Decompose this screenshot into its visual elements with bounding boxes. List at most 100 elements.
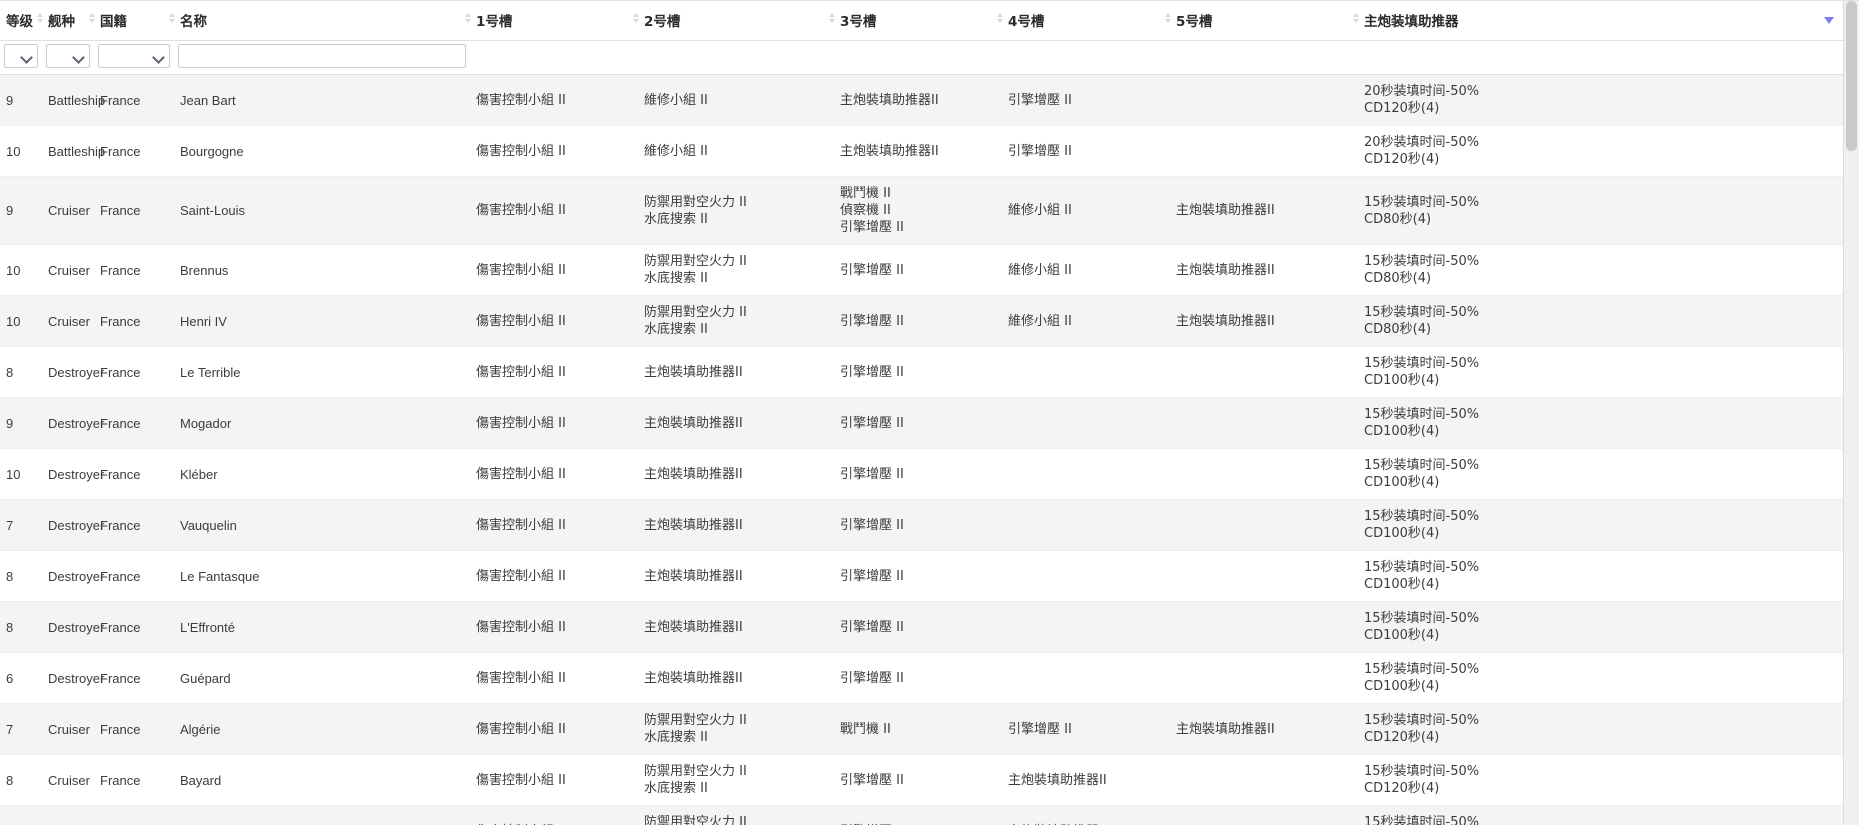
cell-lines: 主炮裝填助推器II bbox=[840, 143, 996, 160]
filter-cell-type[interactable] bbox=[42, 40, 94, 75]
cell-line: 戰鬥機 II bbox=[840, 721, 891, 737]
column-header-label-nation: 国籍 bbox=[100, 14, 127, 30]
cell-slot3: 引擎增壓 II bbox=[834, 652, 1002, 704]
filter-cell-nation[interactable] bbox=[94, 40, 174, 75]
table-row[interactable]: 10 Cruiser France Henri IV 傷害控制小組 II 防禦用對空火力 … bbox=[0, 295, 1844, 347]
cell-line: 引擎增壓 II bbox=[840, 313, 904, 329]
cell-lines: 15秒装填时间-50%CD120秒(4) bbox=[1364, 814, 1838, 825]
table-row[interactable]: 8 Destroyer France L'Effronté 傷害控制小組 II 主炮裝填助… bbox=[0, 601, 1844, 653]
table-row[interactable]: 9 Destroyer France Mogador 傷害控制小組 II 主炮裝填助推器I… bbox=[0, 397, 1844, 449]
cell-slot4: 主炮裝填助推器II bbox=[1002, 754, 1170, 806]
cell-nation: France bbox=[94, 74, 174, 126]
cell-lines: 傷害控制小組 II bbox=[476, 772, 632, 789]
cell-slot3: 引擎增壓 II bbox=[834, 601, 1002, 653]
cell-line: 傷害控制小組 II bbox=[476, 670, 566, 686]
column-header-slot3[interactable]: 3号槽 bbox=[829, 1, 1002, 41]
vertical-scrollbar[interactable] bbox=[1843, 1, 1859, 825]
table-row[interactable]: 10 Destroyer France Kléber 傷害控制小組 II 主炮裝填助推器I… bbox=[0, 448, 1844, 500]
cell-boost: 15秒装填时间-50% CD100秒(4) bbox=[1358, 346, 1844, 398]
cell-line: CD80秒(4) bbox=[1364, 271, 1432, 286]
cell-line: CD120秒(4) bbox=[1364, 101, 1440, 116]
cell-line: 15秒装填时间-50% bbox=[1364, 356, 1480, 371]
sort-caret-icon-nation[interactable] bbox=[88, 13, 97, 27]
cell-lines: 15秒装填时间-50% CD80秒(4) bbox=[1364, 253, 1838, 287]
cell-boost: 15秒装填时间-50%CD120秒(4) bbox=[1358, 754, 1844, 806]
cell-lines: 15秒装填时间-50%CD120秒(4) bbox=[1364, 763, 1838, 797]
table-row[interactable]: 8 Cruiser France Bayard 傷害控制小組 II 防禦用對空火力 II 水… bbox=[0, 754, 1844, 806]
column-header-type[interactable]: 舰种 bbox=[37, 1, 94, 41]
column-header-boost[interactable]: 主炮装填助推器 bbox=[1353, 1, 1844, 41]
cell-line: 15秒装填时间-50% bbox=[1364, 407, 1480, 422]
cell-slot5: 主炮裝填助推器II bbox=[1170, 176, 1358, 245]
cell-line: 主炮裝填助推器II bbox=[644, 568, 743, 584]
table-row[interactable]: 7 Destroyer France Vauquelin 傷害控制小組 II 主炮裝填助推… bbox=[0, 499, 1844, 551]
sort-caret-icon-slot5[interactable] bbox=[1164, 13, 1173, 27]
table-row[interactable]: 8 Destroyer France Le Terrible 傷害控制小組 II 主炮裝填… bbox=[0, 346, 1844, 398]
filter-cell-empty-slot4 bbox=[1002, 40, 1170, 75]
column-header-slot2[interactable]: 2号槽 bbox=[633, 1, 834, 41]
cell-lines: 15秒装填时间-50% CD100秒(4) bbox=[1364, 610, 1838, 644]
table-row[interactable]: 10 Battleship France Bourgogne 傷害控制小組 II 維修小組… bbox=[0, 125, 1844, 177]
sort-caret-icon-name[interactable] bbox=[168, 13, 177, 27]
scrollbar-thumb[interactable] bbox=[1846, 1, 1857, 151]
filter-select-tier[interactable] bbox=[4, 44, 38, 68]
column-header-name[interactable]: 名称 bbox=[169, 1, 470, 41]
filter-select-type[interactable] bbox=[46, 44, 90, 68]
cell-nation: France bbox=[94, 125, 174, 177]
filter-cell-tier[interactable] bbox=[0, 40, 42, 75]
sort-caret-icon-slot3[interactable] bbox=[828, 13, 837, 27]
cell-type: Destroyer bbox=[42, 601, 104, 653]
cell-name: Jean Bart bbox=[174, 74, 470, 126]
cell-line: 防禦用對空火力 II bbox=[644, 194, 747, 210]
cell-line: 15秒装填时间-50% bbox=[1364, 611, 1480, 626]
cell-lines: 傷害控制小組 II bbox=[476, 517, 632, 534]
cell-line: CD100秒(4) bbox=[1364, 373, 1440, 388]
sort-caret-icon-slot2[interactable] bbox=[632, 13, 641, 27]
table-filter-row[interactable] bbox=[0, 40, 1844, 75]
table-row[interactable]: 9 Cruiser France Saint-Louis 傷害控制小組 II 防禦用對空火… bbox=[0, 176, 1844, 245]
column-header-slot1[interactable]: 1号槽 bbox=[465, 1, 638, 41]
table-row[interactable]: 7 Cruiser France Algérie 傷害控制小組 II 防禦用對空火力 II… bbox=[0, 703, 1844, 755]
column-header-slot4[interactable]: 4号槽 bbox=[997, 1, 1170, 41]
cell-boost: 20秒装填时间-50% CD120秒(4) bbox=[1358, 125, 1844, 177]
cell-line: CD100秒(4) bbox=[1364, 475, 1440, 490]
cell-slot4 bbox=[1002, 448, 1170, 500]
table-row[interactable]: 9 Battleship France Jean Bart 傷害控制小組 II 維修小組 … bbox=[0, 74, 1844, 126]
sort-caret-icon-slot1[interactable] bbox=[464, 13, 473, 27]
sort-caret-icon-boost[interactable] bbox=[1352, 13, 1361, 27]
cell-boost: 15秒装填时间-50% CD100秒(4) bbox=[1358, 397, 1844, 449]
table-body: 9 Battleship France Jean Bart 傷害控制小組 II 維修小組 … bbox=[0, 74, 1844, 825]
table-scroll-viewport[interactable]: 等级 舰种 国籍 名称 1号槽 2号槽 3号槽 4号槽 5号槽 主炮装填助推器 9 Battlesh… bbox=[0, 1, 1844, 825]
column-header-nation[interactable]: 国籍 bbox=[89, 1, 174, 41]
cell-lines: 維修小組 II bbox=[1008, 262, 1164, 279]
cell-slot3: 主炮裝填助推器II bbox=[834, 74, 1002, 126]
cell-name: Saint-Louis bbox=[174, 176, 470, 245]
cell-slot1: 傷害控制小組 II bbox=[470, 703, 638, 755]
cell-lines: 主炮裝填助推器II bbox=[1008, 772, 1164, 789]
sort-caret-icon-type[interactable] bbox=[36, 13, 45, 27]
cell-lines: 防禦用對空火力 II 水底搜索 II bbox=[644, 712, 828, 746]
table-row[interactable]: 10 Cruiser France Brennus 傷害控制小組 II 防禦用對空火力 I… bbox=[0, 244, 1844, 296]
filter-input-name[interactable] bbox=[178, 44, 466, 68]
cell-line: 引擎增壓 II bbox=[840, 220, 904, 235]
cell-nation: France bbox=[94, 601, 174, 653]
filter-cell-name[interactable] bbox=[174, 40, 470, 75]
cell-slot2: 主炮裝填助推器II bbox=[638, 346, 834, 398]
table-row[interactable]: 6CruiserFranceLa Galissonnière傷害控制小組 II 防… bbox=[0, 805, 1844, 825]
table-row[interactable]: 8 Destroyer France Le Fantasque 傷害控制小組 II 主炮裝… bbox=[0, 550, 1844, 602]
cell-line: 傷害控制小組 II bbox=[476, 466, 566, 482]
triangle-down-icon[interactable] bbox=[1824, 17, 1834, 24]
cell-type: Destroyer bbox=[42, 397, 104, 449]
cell-line: 引擎增壓 II bbox=[1008, 143, 1072, 159]
cell-line: 主炮裝填助推器II bbox=[1176, 203, 1275, 218]
filter-select-nation[interactable] bbox=[98, 44, 170, 68]
cell-line: 15秒装填时间-50% bbox=[1364, 305, 1480, 320]
cell-tier: 10 bbox=[0, 125, 42, 177]
table-row[interactable]: 6 Destroyer France Guépard 傷害控制小組 II 主炮裝填助推器I… bbox=[0, 652, 1844, 704]
cell-nation: France bbox=[94, 499, 174, 551]
cell-boost: 15秒装填时间-50%CD120秒(4) bbox=[1358, 805, 1844, 825]
cell-slot4: 維修小組 II bbox=[1002, 176, 1170, 245]
cell-lines: 15秒装填时间-50% CD100秒(4) bbox=[1364, 457, 1838, 491]
sort-caret-icon-slot4[interactable] bbox=[996, 13, 1005, 27]
column-header-slot5[interactable]: 5号槽 bbox=[1165, 1, 1358, 41]
